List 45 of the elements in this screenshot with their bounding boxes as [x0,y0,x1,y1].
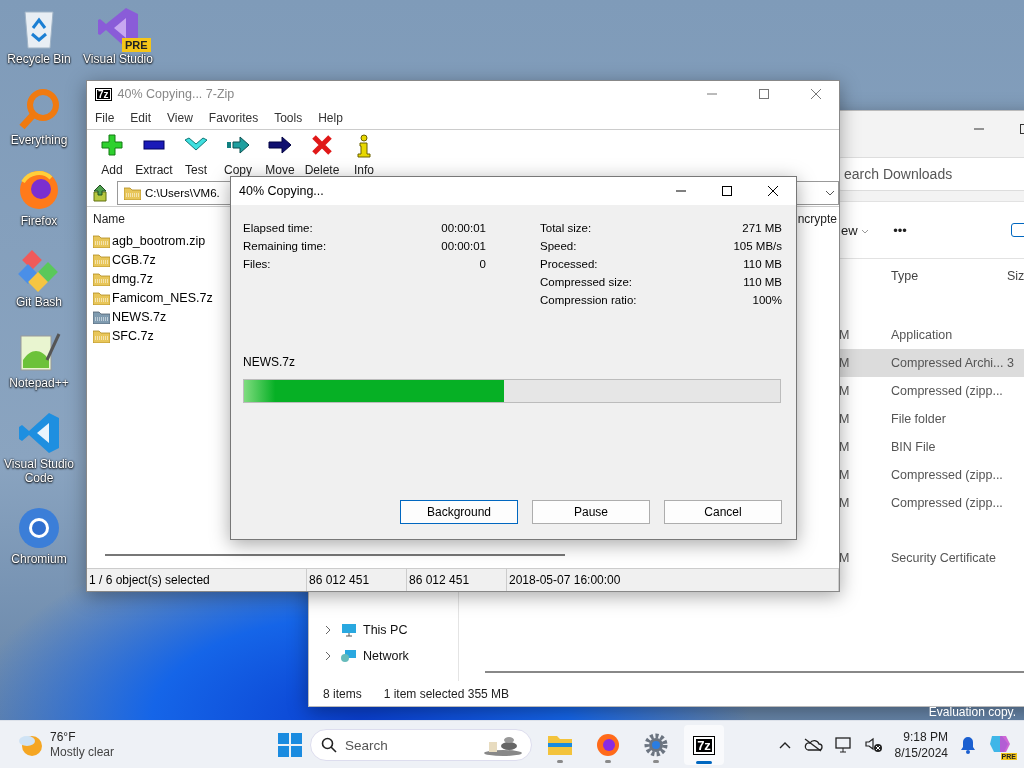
app-logo: 7z [95,87,112,101]
stat-value: 110 MB [743,276,782,288]
table-cell-text: Compressed Archi... [891,356,1005,370]
dialog-title: 40% Copying... [239,184,324,198]
stat-value: 00:00:01 [441,240,486,252]
stat-label: Speed: [540,240,577,252]
stat-value: 271 MB [742,222,782,234]
table-cell-text: M [839,356,851,370]
status-text: 86 012 451 [307,569,407,591]
table-cell-text: 3 [1007,356,1015,370]
window-title: 40% Copying... 7-Zip [117,87,235,101]
stat-label: Elapsed time: [243,222,313,234]
stat-value: 00:00:01 [441,222,486,234]
table-cell-text: Security Certificate [891,551,997,565]
table-cell-text: Compressed (zipp... [891,496,1004,510]
table-cell-text: M [839,468,851,482]
status-text: 1 / 6 object(s) selected [87,569,307,591]
status-text: 2018-05-07 16:00:00 [507,569,839,591]
table-cell-text: Compressed (zipp... [891,384,1004,398]
stat-label: Processed: [540,258,598,270]
stat-value: 0 [479,258,486,270]
table-cell-text: M [839,496,851,510]
table-cell-text: M [839,551,851,565]
table-cell-text: Application [891,328,954,342]
status-text: 1 item selected 355 MB [383,686,510,701]
stat-label: Compressed size: [540,276,633,288]
table-cell-text: BIN File [891,440,937,454]
stat-label: Compression ratio: [540,294,637,306]
watermark-text: Evaluation copy. [928,705,1016,719]
table-cell-text: M [839,384,851,398]
status-text: 8 items [323,686,362,701]
stat-value: 100% [752,294,782,306]
table-cell-text: M [839,328,851,342]
table-cell-text: File folder [891,412,947,426]
stat-value: 105 MB/s [733,240,782,252]
preview-badge: PRE [122,38,151,52]
stat-label: Files: [243,258,271,270]
status-text: 86 012 451 [407,569,507,591]
current-file-name: NEWS.7z [243,355,296,369]
table-cell-text: M [839,412,851,426]
stat-value: 110 MB [743,258,782,270]
table-cell-text: M [839,440,851,454]
table-cell-text: Compressed (zipp... [891,468,1004,482]
stat-label: Remaining time: [243,240,327,252]
stat-label: Total size: [540,222,592,234]
